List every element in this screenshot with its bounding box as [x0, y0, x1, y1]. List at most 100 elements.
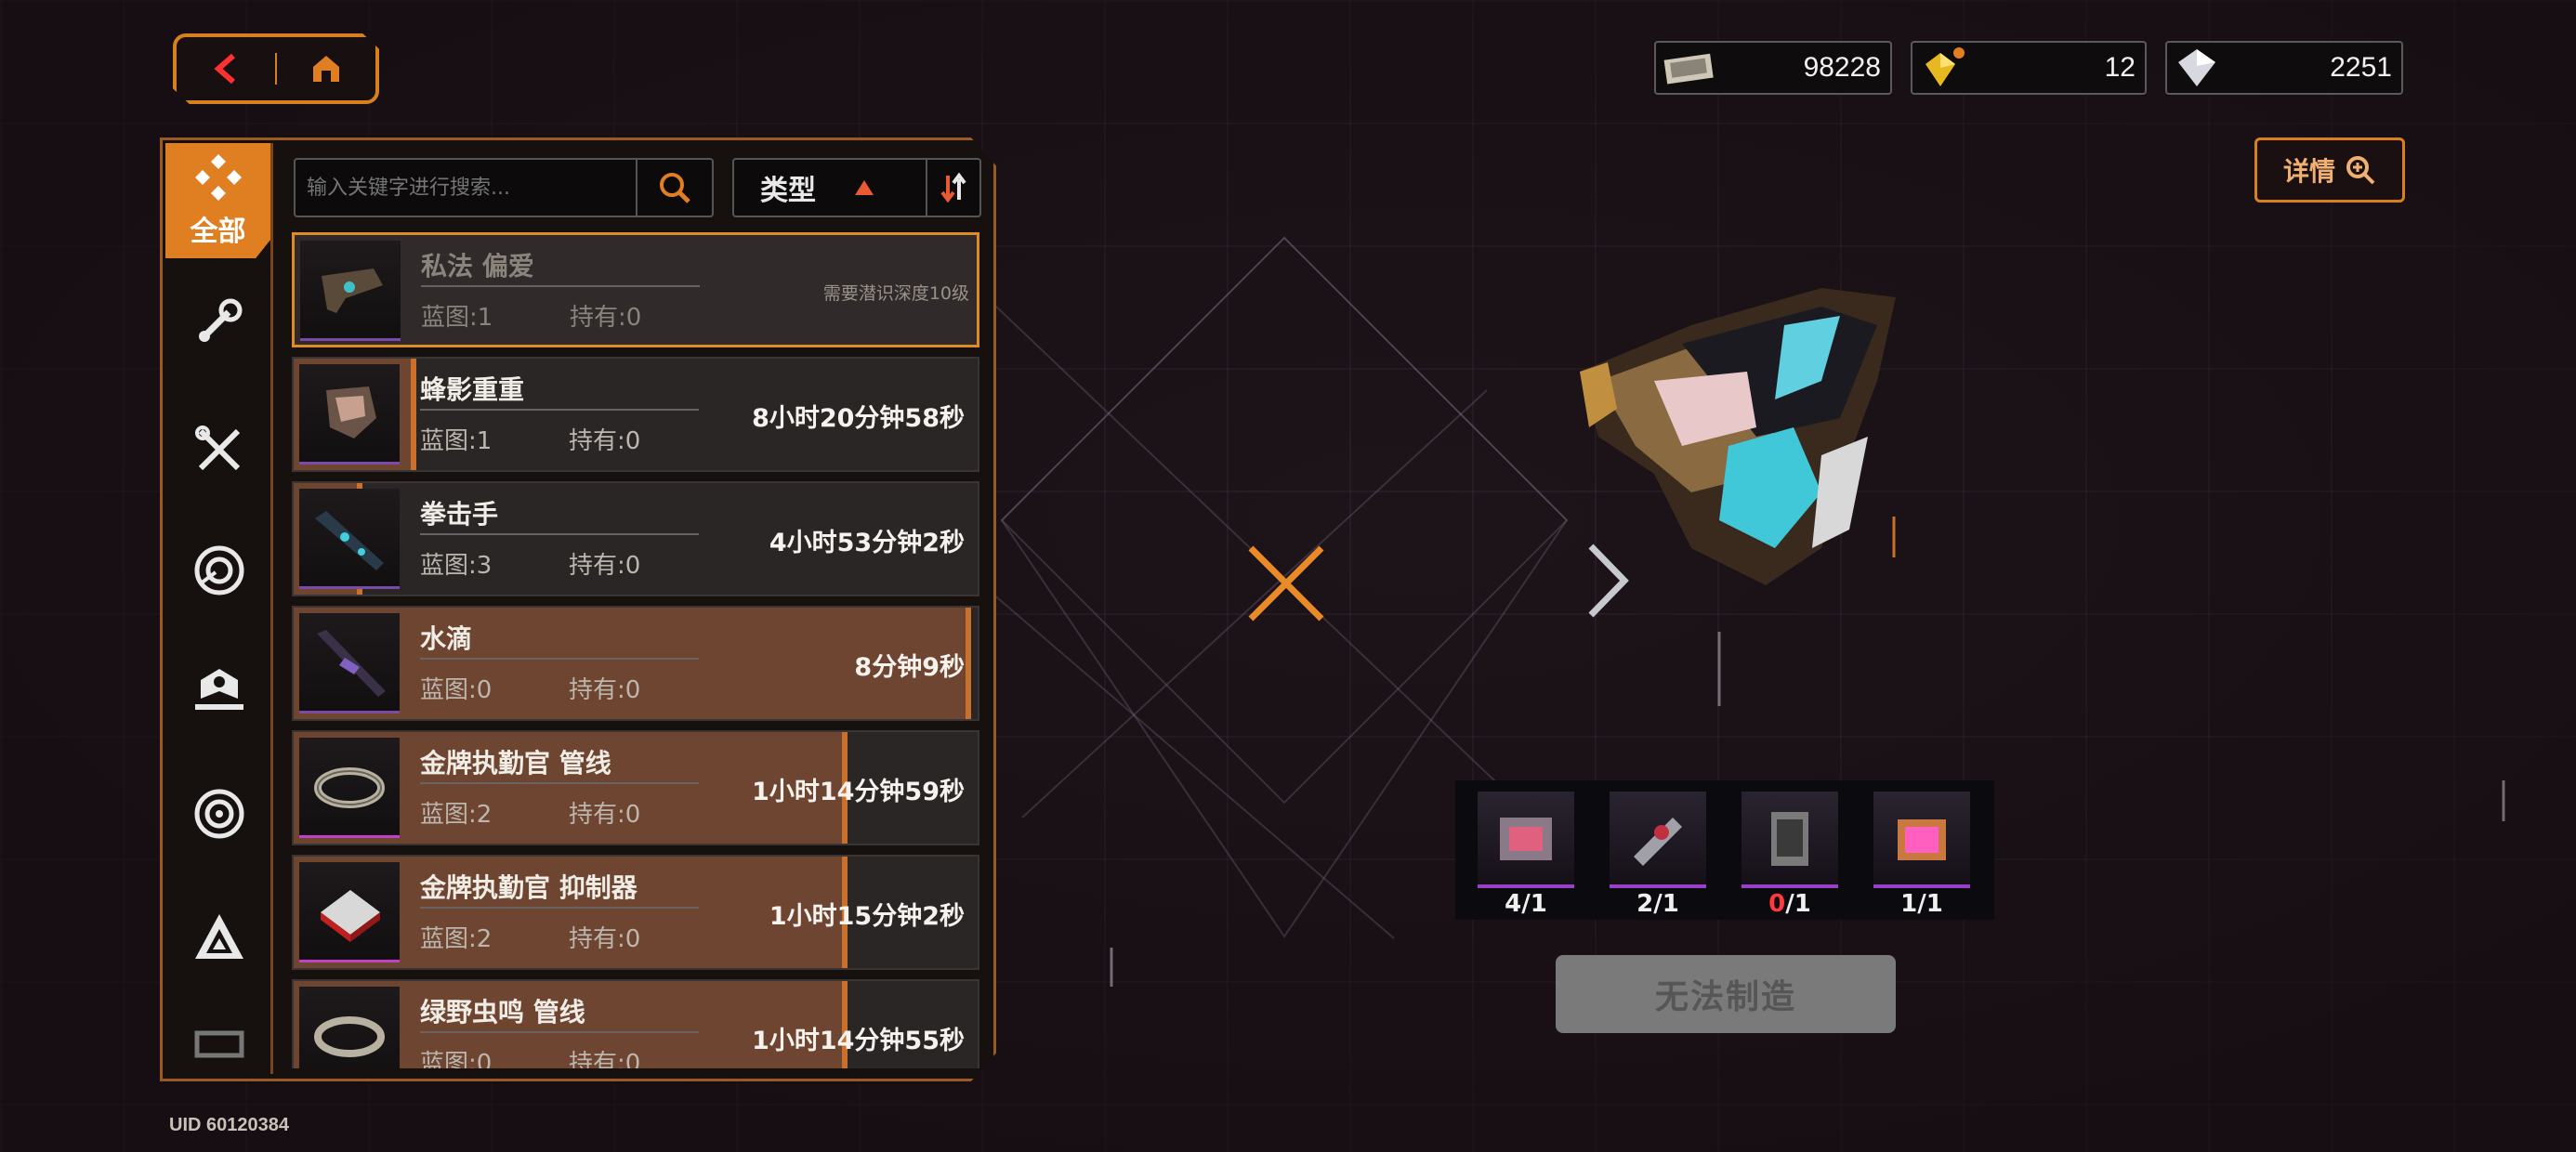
item-blueprints: 蓝图:3: [420, 552, 493, 580]
hive-weapon-icon: [326, 386, 376, 439]
item-name: 绿野虫鸣 管线: [420, 997, 585, 1028]
tab-badge[interactable]: [191, 663, 247, 719]
grid-diamond-icon: [194, 154, 242, 201]
material-have: 0: [1768, 890, 1786, 918]
tab-wrench[interactable]: [191, 294, 247, 349]
item-divider: [420, 907, 699, 909]
list-item[interactable]: 金牌执勤官 管线 蓝图:2 持有:0 1小时14分钟59秒: [292, 730, 979, 845]
tab-scope[interactable]: [191, 543, 247, 598]
list-item[interactable]: 绿野虫鸣 管线 蓝图:0 持有:0 1小时14分钟55秒: [292, 979, 979, 1068]
nav-pill: [173, 33, 379, 104]
item-craft-timer: 4小时53分钟2秒: [769, 529, 965, 557]
rifle-weapon-icon: [315, 510, 384, 570]
triangle-up-icon: [855, 180, 874, 195]
back-button[interactable]: [177, 37, 275, 100]
tab-spiral[interactable]: [191, 786, 247, 842]
material-slot[interactable]: [1610, 792, 1706, 888]
details-label: 详情: [2282, 156, 2335, 187]
search-input[interactable]: [296, 159, 636, 216]
diamond-icon: [2178, 49, 2215, 86]
material-have: 1: [1900, 890, 1918, 918]
material-slot[interactable]: [1873, 792, 1970, 888]
craft-progress-edge: [411, 359, 417, 470]
list-item[interactable]: 金牌执勤官 抑制器 蓝图:2 持有:0 1小时15分钟2秒: [292, 855, 979, 970]
wrench-icon: [199, 298, 243, 342]
currency-value: 2251: [2330, 52, 2392, 83]
material-need: /1: [1785, 890, 1811, 918]
type-filter-label: 类型: [760, 175, 816, 207]
home-button[interactable]: [277, 37, 375, 100]
item-blueprints: 蓝图:1: [420, 427, 493, 455]
material-pink-chip-icon: [1898, 819, 1946, 860]
triangle-emblem-icon: [195, 914, 243, 959]
material-slot[interactable]: [1478, 792, 1574, 888]
item-name: 拳击手: [420, 499, 499, 530]
list-item[interactable]: 私法 偏爱 蓝图:1 持有:0 需要潜识深度10级: [292, 232, 979, 347]
spiral-icon: [194, 789, 244, 839]
material-need: /1: [1653, 890, 1679, 918]
material-have: 2: [1636, 890, 1654, 918]
currency-value: 98228: [1803, 52, 1881, 83]
tab-triangle-emblem[interactable]: [191, 910, 247, 966]
item-thumbnail: [299, 364, 400, 465]
cancel-x-icon[interactable]: [1242, 539, 1331, 628]
item-blueprints: 蓝图:0: [420, 676, 493, 704]
item-thumbnail: [299, 862, 400, 962]
sort-order-button[interactable]: [926, 160, 979, 216]
currency-gold-crystal[interactable]: 12: [1911, 41, 2147, 95]
item-blueprints: 蓝图:2: [420, 925, 493, 953]
item-blueprints: 蓝图:1: [421, 304, 493, 332]
item-divider: [420, 409, 699, 411]
item-craft-timer: 8小时20分钟58秒: [752, 404, 965, 433]
item-owned: 持有:0: [569, 552, 641, 580]
material-canister-icon: [1771, 812, 1808, 866]
item-divider: [420, 658, 699, 660]
item-craft-timer: 1小时14分钟59秒: [752, 778, 965, 806]
search-button[interactable]: [636, 160, 712, 216]
search-icon: [660, 173, 690, 203]
details-button[interactable]: 详情: [2254, 137, 2405, 203]
item-owned: 持有:0: [570, 304, 642, 332]
tab-all-label: 全部: [190, 216, 246, 248]
item-name: 水滴: [420, 623, 473, 654]
item-name: 金牌执勤官 管线: [420, 748, 611, 779]
material-need: /1: [1521, 890, 1547, 918]
item-thumbnail: [299, 987, 400, 1068]
suppressor-chip-icon: [321, 889, 380, 942]
item-name: 私法 偏爱: [421, 251, 534, 281]
material-cylinder-icon: [1634, 818, 1682, 866]
currency-tickets[interactable]: 98228: [1654, 41, 1892, 95]
item-divider: [420, 782, 699, 784]
category-sidebar: 全部: [165, 143, 273, 1074]
sort-icon: [940, 172, 966, 203]
badge-icon: [195, 669, 243, 710]
item-owned: 持有:0: [569, 925, 641, 953]
tab-more[interactable]: [191, 1026, 247, 1063]
material-count: 2/1: [1610, 890, 1706, 918]
list-item[interactable]: 水滴 蓝图:0 持有:0 8分钟9秒: [292, 606, 979, 721]
item-owned: 持有:0: [569, 801, 641, 829]
crossbow-weapon-icon: [322, 268, 383, 313]
currency-diamonds[interactable]: 2251: [2165, 41, 2403, 95]
material-slot[interactable]: [1741, 792, 1838, 888]
item-name: 蜂影重重: [420, 374, 525, 405]
tab-all[interactable]: 全部: [165, 143, 270, 258]
back-arrow-icon: [214, 53, 235, 85]
zoom-in-icon: [2346, 156, 2375, 185]
item-thumbnail: [299, 738, 400, 838]
type-filter-dropdown[interactable]: 类型: [734, 167, 926, 208]
ticket-icon: [1663, 53, 1714, 85]
item-blueprints: 蓝图:2: [420, 801, 493, 829]
item-craft-timer: 1小时14分钟55秒: [752, 1027, 965, 1055]
item-requirement: 需要潜识深度10级: [822, 283, 969, 304]
item-divider: [421, 285, 700, 287]
item-name: 金牌执勤官 抑制器: [420, 872, 637, 903]
list-item[interactable]: 拳击手 蓝图:3 持有:0 4小时53分钟2秒: [292, 481, 979, 596]
list-item[interactable]: 蜂影重重 蓝图:1 持有:0 8小时20分钟58秒: [292, 357, 979, 472]
material-count: 1/1: [1873, 890, 1970, 918]
craft-button[interactable]: 无法制造: [1556, 955, 1896, 1033]
item-owned: 持有:0: [569, 427, 641, 455]
pipe-ring-icon: [314, 1015, 385, 1057]
tab-tools[interactable]: [191, 422, 247, 478]
item-owned: 持有:0: [569, 1050, 641, 1068]
